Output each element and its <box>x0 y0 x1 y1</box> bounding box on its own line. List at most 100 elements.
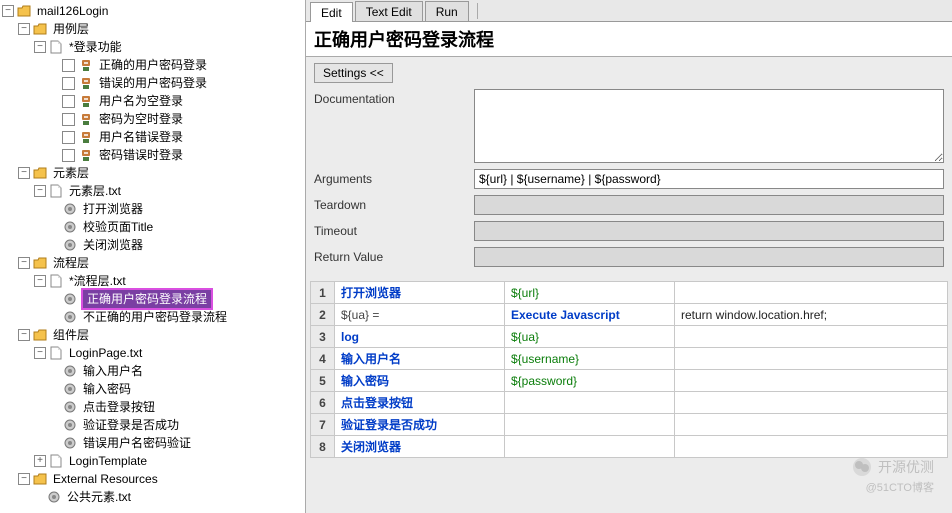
tree-login-func[interactable]: − *登录功能 <box>0 38 305 56</box>
step-keyword-cell[interactable]: ${ua} = <box>335 304 505 326</box>
step-arg-cell[interactable] <box>675 436 948 458</box>
tree-layer-component[interactable]: − 组件层 <box>0 326 305 344</box>
tab-text-edit[interactable]: Text Edit <box>355 1 423 21</box>
expander-icon[interactable]: − <box>2 5 14 17</box>
tree-testcase[interactable]: 正确的用户密码登录 <box>0 56 305 74</box>
tree-label: 组件层 <box>51 326 91 344</box>
step-arg-cell[interactable] <box>505 392 675 414</box>
step-arg-cell[interactable] <box>505 414 675 436</box>
expander-icon[interactable]: − <box>18 329 30 341</box>
tree-label: *登录功能 <box>67 38 124 56</box>
tree-testcase[interactable]: 密码错误时登录 <box>0 146 305 164</box>
expander-icon[interactable]: − <box>18 473 30 485</box>
tab-run[interactable]: Run <box>425 1 469 21</box>
grid-row[interactable]: 2${ua} =Execute Javascriptreturn window.… <box>311 304 948 326</box>
grid-row[interactable]: 1打开浏览器${url} <box>311 282 948 304</box>
step-keyword-cell[interactable]: 输入用户名 <box>335 348 505 370</box>
expander-icon[interactable]: − <box>34 185 46 197</box>
row-number: 2 <box>311 304 335 326</box>
tree-keyword[interactable]: 输入密码 <box>0 380 305 398</box>
app-root: −mail126Login −用例层 −*登录功能 正确的用户密码登录 错误的用… <box>0 0 952 513</box>
step-arg-cell[interactable] <box>675 414 948 436</box>
checkbox[interactable] <box>62 113 75 126</box>
tree-label: 点击登录按钮 <box>81 398 157 416</box>
robot-icon <box>78 111 94 127</box>
arguments-input[interactable] <box>474 169 944 189</box>
settings-toggle-button[interactable]: Settings << <box>314 63 393 83</box>
tree-testcase[interactable]: 密码为空时登录 <box>0 110 305 128</box>
tree-keyword[interactable]: 不正确的用户密码登录流程 <box>0 308 305 326</box>
grid-row[interactable]: 6点击登录按钮 <box>311 392 948 414</box>
timeout-input[interactable] <box>474 221 944 241</box>
checkbox[interactable] <box>62 149 75 162</box>
tree-panel[interactable]: −mail126Login −用例层 −*登录功能 正确的用户密码登录 错误的用… <box>0 0 306 513</box>
checkbox[interactable] <box>62 59 75 72</box>
tree-logintpl-file[interactable]: +LoginTemplate <box>0 452 305 470</box>
step-keyword-cell[interactable]: 点击登录按钮 <box>335 392 505 414</box>
grid-row[interactable]: 7验证登录是否成功 <box>311 414 948 436</box>
tree-keyword[interactable]: 错误用户名密码验证 <box>0 434 305 452</box>
tree-keyword[interactable]: 验证登录是否成功 <box>0 416 305 434</box>
step-arg-cell[interactable]: return window.location.href; <box>675 304 948 326</box>
tree-layer-elements[interactable]: −元素层 <box>0 164 305 182</box>
step-keyword-cell[interactable]: 输入密码 <box>335 370 505 392</box>
step-arg-cell[interactable] <box>675 370 948 392</box>
step-keyword-cell[interactable]: 验证登录是否成功 <box>335 414 505 436</box>
tree-testcase[interactable]: 用户名为空登录 <box>0 92 305 110</box>
expander-icon[interactable]: − <box>34 41 46 53</box>
robot-icon <box>78 75 94 91</box>
tree-root[interactable]: − mail126Login <box>0 2 305 20</box>
tree-label: mail126Login <box>35 2 110 20</box>
tree-elem-file[interactable]: −元素层.txt <box>0 182 305 200</box>
teardown-input[interactable] <box>474 195 944 215</box>
grid-row[interactable]: 5输入密码${password} <box>311 370 948 392</box>
step-arg-cell[interactable]: ${ua} <box>505 326 675 348</box>
tab-edit[interactable]: Edit <box>310 2 353 22</box>
gear-icon <box>62 309 78 325</box>
tree-external-resources[interactable]: − External Resources <box>0 470 305 488</box>
folder-icon <box>16 3 32 19</box>
documentation-input[interactable] <box>474 89 944 163</box>
step-arg-cell[interactable]: ${url} <box>505 282 675 304</box>
tab-separator <box>477 3 478 19</box>
tree-layer-flow[interactable]: −流程层 <box>0 254 305 272</box>
steps-grid[interactable]: 1打开浏览器${url}2${ua} =Execute Javascriptre… <box>310 281 948 458</box>
tree-loginpage-file[interactable]: −LoginPage.txt <box>0 344 305 362</box>
tree-keyword[interactable]: 打开浏览器 <box>0 200 305 218</box>
step-arg-cell[interactable]: ${password} <box>505 370 675 392</box>
step-keyword-cell[interactable]: 打开浏览器 <box>335 282 505 304</box>
step-arg-cell[interactable]: Execute Javascript <box>505 304 675 326</box>
tree-keyword[interactable]: 输入用户名 <box>0 362 305 380</box>
checkbox[interactable] <box>62 77 75 90</box>
grid-row[interactable]: 3log${ua} <box>311 326 948 348</box>
expander-icon[interactable]: + <box>34 455 46 467</box>
step-arg-cell[interactable] <box>505 436 675 458</box>
step-arg-cell[interactable] <box>675 282 948 304</box>
expander-icon[interactable]: − <box>18 167 30 179</box>
tree-keyword[interactable]: 公共元素.txt <box>0 488 305 506</box>
tree-keyword[interactable]: 点击登录按钮 <box>0 398 305 416</box>
step-keyword-cell[interactable]: log <box>335 326 505 348</box>
step-arg-cell[interactable] <box>675 326 948 348</box>
expander-icon[interactable]: − <box>18 257 30 269</box>
step-keyword-cell[interactable]: 关闭浏览器 <box>335 436 505 458</box>
step-arg-cell[interactable] <box>675 348 948 370</box>
tree-label: External Resources <box>51 470 160 488</box>
expander-icon[interactable]: − <box>34 347 46 359</box>
expander-icon[interactable]: − <box>18 23 30 35</box>
tree-layer-usecases[interactable]: −用例层 <box>0 20 305 38</box>
row-number: 6 <box>311 392 335 414</box>
tree-testcase[interactable]: 用户名错误登录 <box>0 128 305 146</box>
grid-row[interactable]: 8关闭浏览器 <box>311 436 948 458</box>
step-arg-cell[interactable]: ${username} <box>505 348 675 370</box>
tree-keyword[interactable]: 关闭浏览器 <box>0 236 305 254</box>
return-value-input[interactable] <box>474 247 944 267</box>
step-arg-cell[interactable] <box>675 392 948 414</box>
checkbox[interactable] <box>62 131 75 144</box>
tree-testcase[interactable]: 错误的用户密码登录 <box>0 74 305 92</box>
tree-keyword[interactable]: 校验页面Title <box>0 218 305 236</box>
expander-icon[interactable]: − <box>34 275 46 287</box>
checkbox[interactable] <box>62 95 75 108</box>
tree-keyword-selected[interactable]: 正确用户密码登录流程 <box>0 290 305 308</box>
grid-row[interactable]: 4输入用户名${username} <box>311 348 948 370</box>
